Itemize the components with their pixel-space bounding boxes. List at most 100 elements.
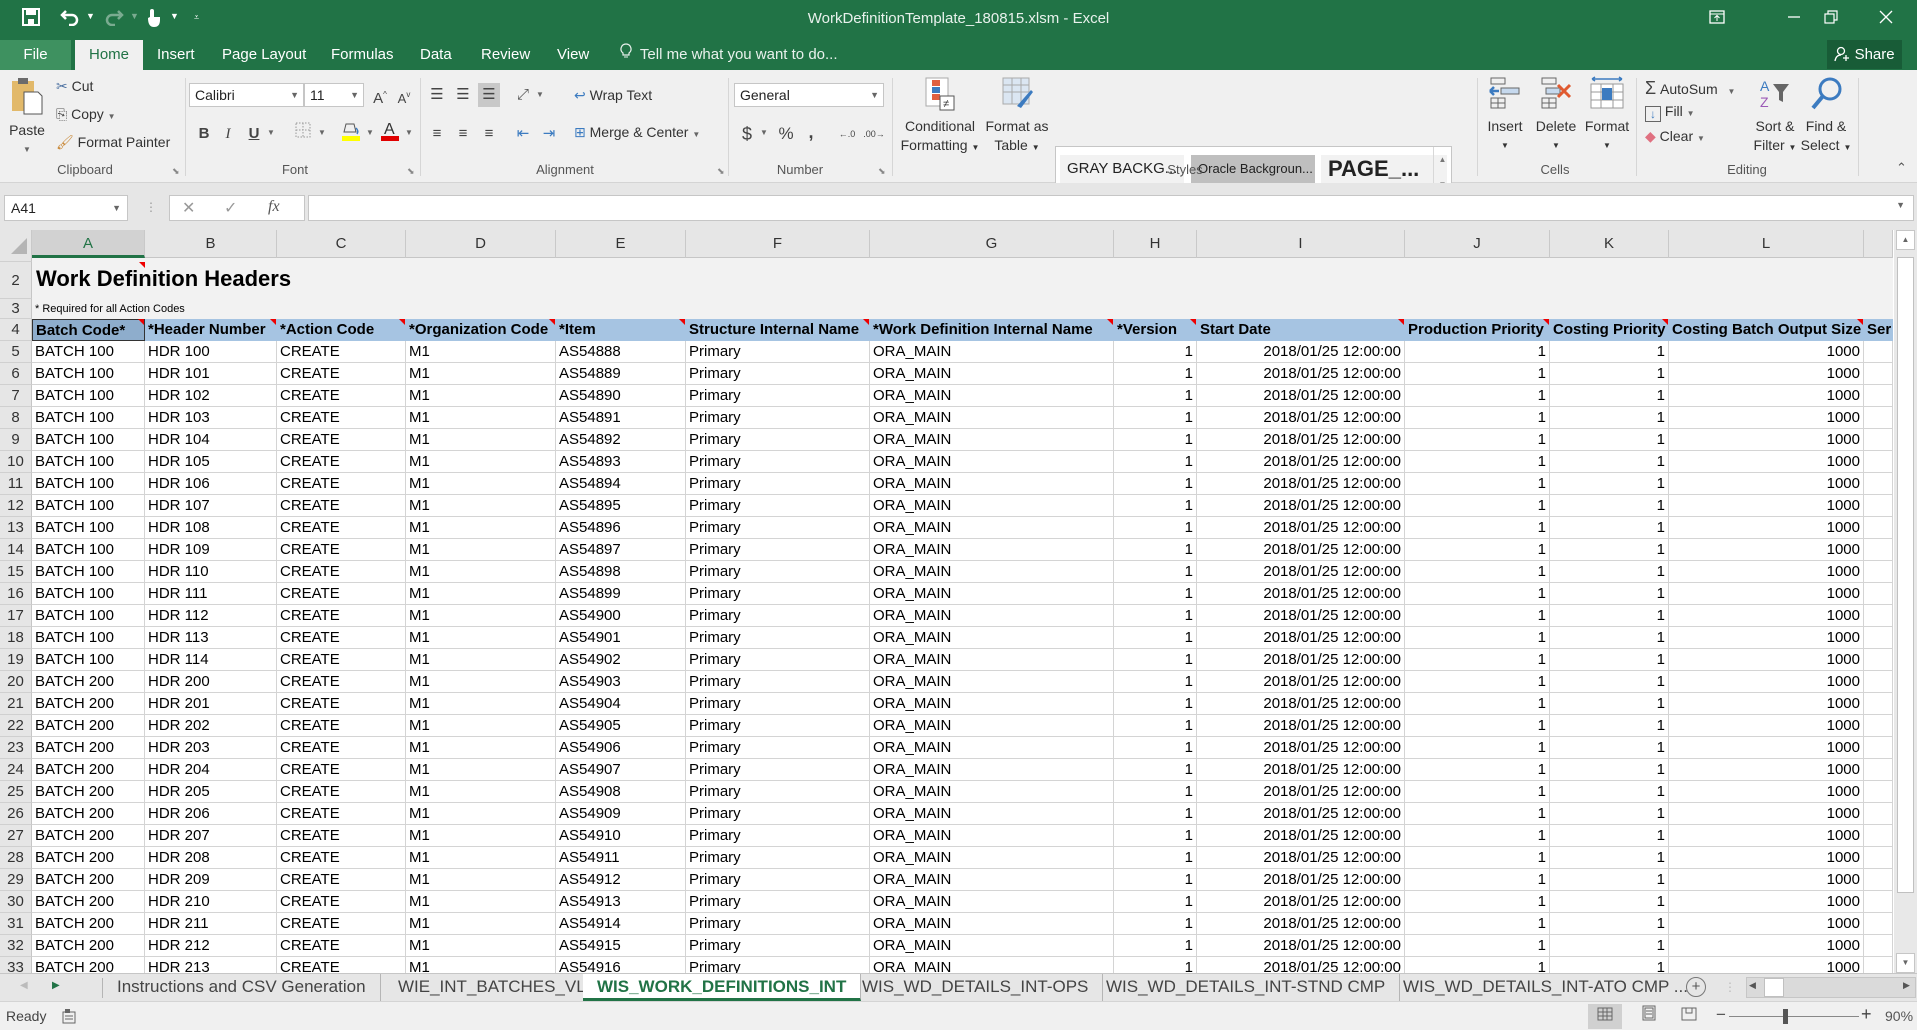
- table-cell[interactable]: 1: [1405, 385, 1550, 407]
- table-cell[interactable]: 2018/01/25 12:00:00: [1197, 341, 1405, 363]
- table-cell[interactable]: M1: [406, 825, 556, 847]
- table-cell[interactable]: ORA_MAIN: [870, 649, 1114, 671]
- table-cell[interactable]: AS54892: [556, 429, 686, 451]
- scroll-tabs-right-icon[interactable]: ▶: [52, 980, 60, 991]
- table-cell[interactable]: 1: [1550, 803, 1669, 825]
- row-header[interactable]: 19: [0, 649, 32, 671]
- table-cell[interactable]: [1864, 341, 1893, 363]
- table-cell[interactable]: Primary: [686, 891, 870, 913]
- comment-indicator[interactable]: [1107, 319, 1113, 325]
- table-cell[interactable]: 1: [1405, 935, 1550, 957]
- table-cell[interactable]: CREATE: [277, 781, 406, 803]
- table-cell[interactable]: BATCH 200: [32, 847, 145, 869]
- confirm-entry-icon[interactable]: ✓: [224, 198, 237, 218]
- table-cell[interactable]: 1: [1550, 407, 1669, 429]
- table-cell[interactable]: 1: [1114, 473, 1197, 495]
- align-right-button[interactable]: ≡: [478, 122, 500, 146]
- table-cell[interactable]: M1: [406, 341, 556, 363]
- table-cell[interactable]: AS54912: [556, 869, 686, 891]
- column-header-j[interactable]: J: [1405, 230, 1550, 258]
- table-cell[interactable]: 1: [1405, 913, 1550, 935]
- table-cell[interactable]: 1: [1405, 539, 1550, 561]
- sheet-tab-batches[interactable]: WIE_INT_BATCHES_VL: [384, 974, 601, 1001]
- table-cell[interactable]: 1000: [1669, 561, 1864, 583]
- row-header[interactable]: 27: [0, 825, 32, 847]
- table-cell[interactable]: 2018/01/25 12:00:00: [1197, 781, 1405, 803]
- table-cell[interactable]: AS54896: [556, 517, 686, 539]
- row-header[interactable]: 2: [0, 262, 32, 299]
- gallery-scroll-up[interactable]: ▲: [1433, 147, 1451, 172]
- table-cell[interactable]: M1: [406, 627, 556, 649]
- table-cell[interactable]: CREATE: [277, 473, 406, 495]
- row-header[interactable]: 8: [0, 407, 32, 429]
- row-header[interactable]: 16: [0, 583, 32, 605]
- tab-view[interactable]: View: [547, 40, 599, 70]
- table-cell[interactable]: 1000: [1669, 715, 1864, 737]
- table-header-cell[interactable]: Start Date: [1197, 319, 1405, 341]
- table-cell[interactable]: CREATE: [277, 561, 406, 583]
- table-cell[interactable]: 1: [1405, 693, 1550, 715]
- format-cells-button[interactable]: Format ▼: [1582, 76, 1632, 155]
- table-cell[interactable]: 1: [1550, 693, 1669, 715]
- table-cell[interactable]: AS54903: [556, 671, 686, 693]
- table-cell[interactable]: 1: [1114, 781, 1197, 803]
- table-cell[interactable]: 1000: [1669, 869, 1864, 891]
- table-cell[interactable]: Primary: [686, 957, 870, 973]
- table-cell[interactable]: HDR 210: [145, 891, 277, 913]
- table-cell[interactable]: 2018/01/25 12:00:00: [1197, 671, 1405, 693]
- table-cell[interactable]: Primary: [686, 715, 870, 737]
- autosum-dropdown-icon[interactable]: ▼: [1728, 87, 1736, 96]
- table-cell[interactable]: 1: [1550, 913, 1669, 935]
- table-cell[interactable]: CREATE: [277, 913, 406, 935]
- table-cell[interactable]: HDR 211: [145, 913, 277, 935]
- table-cell[interactable]: 1: [1114, 803, 1197, 825]
- table-cell[interactable]: 1: [1405, 869, 1550, 891]
- font-color-dropdown-icon[interactable]: ▼: [405, 128, 413, 137]
- table-cell[interactable]: 1: [1550, 473, 1669, 495]
- table-cell[interactable]: 1000: [1669, 429, 1864, 451]
- table-cell[interactable]: 1: [1550, 429, 1669, 451]
- format-as-table-button[interactable]: Format as Table ▼: [982, 76, 1052, 157]
- table-cell[interactable]: Primary: [686, 517, 870, 539]
- table-cell[interactable]: 1000: [1669, 583, 1864, 605]
- table-cell[interactable]: AS54901: [556, 627, 686, 649]
- table-header-cell[interactable]: Production Priority: [1405, 319, 1550, 341]
- table-cell[interactable]: 2018/01/25 12:00:00: [1197, 605, 1405, 627]
- table-cell[interactable]: 1: [1405, 803, 1550, 825]
- table-cell[interactable]: HDR 209: [145, 869, 277, 891]
- table-cell[interactable]: [1864, 913, 1893, 935]
- insert-function-icon[interactable]: fx: [268, 198, 280, 216]
- row-header[interactable]: 7: [0, 385, 32, 407]
- sheet-tab-details-ops[interactable]: WIS_WD_DETAILS_INT-OPS: [848, 974, 1104, 1001]
- table-cell[interactable]: 1: [1550, 583, 1669, 605]
- table-cell[interactable]: [1864, 693, 1893, 715]
- column-header-k[interactable]: K: [1550, 230, 1669, 258]
- tab-split-handle[interactable]: ⋮: [1724, 980, 1736, 994]
- increase-indent-button[interactable]: ⇥: [538, 122, 560, 146]
- select-all-button[interactable]: [0, 230, 32, 258]
- table-cell[interactable]: CREATE: [277, 847, 406, 869]
- column-header-f[interactable]: F: [686, 230, 870, 258]
- table-cell[interactable]: HDR 213: [145, 957, 277, 973]
- table-cell[interactable]: 1: [1405, 561, 1550, 583]
- table-cell[interactable]: 1000: [1669, 539, 1864, 561]
- paste-button[interactable]: Paste ▼: [8, 76, 46, 159]
- table-cell[interactable]: M1: [406, 539, 556, 561]
- comment-indicator[interactable]: [1190, 319, 1196, 325]
- table-cell[interactable]: CREATE: [277, 957, 406, 973]
- table-cell[interactable]: BATCH 100: [32, 385, 145, 407]
- table-cell[interactable]: 2018/01/25 12:00:00: [1197, 869, 1405, 891]
- table-cell[interactable]: HDR 203: [145, 737, 277, 759]
- table-cell[interactable]: HDR 114: [145, 649, 277, 671]
- table-cell[interactable]: ORA_MAIN: [870, 847, 1114, 869]
- row-header[interactable]: 13: [0, 517, 32, 539]
- table-cell[interactable]: 1: [1550, 935, 1669, 957]
- table-cell[interactable]: [1864, 737, 1893, 759]
- table-cell[interactable]: ORA_MAIN: [870, 825, 1114, 847]
- table-cell[interactable]: M1: [406, 957, 556, 973]
- table-cell[interactable]: M1: [406, 891, 556, 913]
- autosum-button[interactable]: Σ AutoSum ▼: [1645, 78, 1735, 99]
- table-cell[interactable]: AS54906: [556, 737, 686, 759]
- table-cell[interactable]: BATCH 100: [32, 561, 145, 583]
- table-cell[interactable]: M1: [406, 693, 556, 715]
